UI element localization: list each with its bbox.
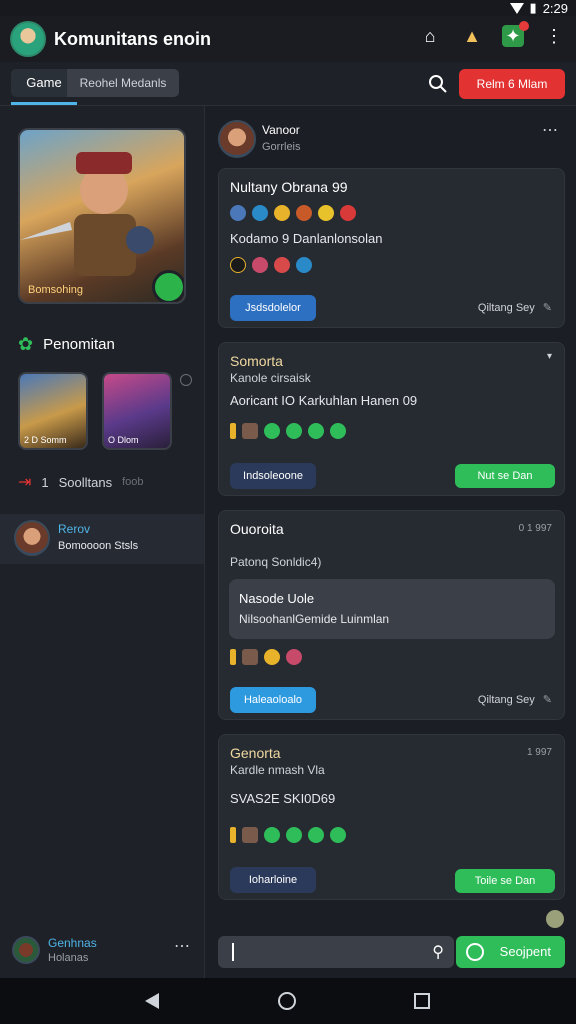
camera-icon[interactable]: ⌂ (418, 24, 442, 48)
card-title: Ouoroita (230, 521, 284, 537)
feed-card: Nultany Obrana 99 Kodamo 9 Danlanlonsola… (218, 168, 565, 328)
post-menu-icon[interactable]: ⋯ (542, 120, 558, 140)
mini-card-label: 2 D Somm (24, 435, 67, 445)
quote-title: Nasode Uole (239, 591, 315, 606)
hero-badge-icon[interactable] (152, 270, 184, 302)
system-nav-bar (0, 978, 576, 1024)
sidebar-item-label: Soolltans (58, 474, 113, 490)
card-line: Aoricant IO Karkuhlan Hanen 09 (230, 393, 418, 408)
send-label: Seojpent (499, 944, 551, 959)
selected-sub: Bomoooon Stsls (58, 540, 139, 552)
battery-icon: ▮ (529, 0, 537, 15)
card-subtitle: Kanole cirsaisk (230, 371, 311, 385)
reaction-row (230, 205, 356, 221)
user-avatar (12, 936, 40, 964)
carousel-dot[interactable] (180, 374, 192, 386)
card-subtitle: Patonq Sonldic4) (230, 555, 322, 569)
reaction-row (230, 423, 346, 439)
wifi-icon (509, 2, 524, 14)
edit-icon[interactable]: ✎ (543, 693, 552, 706)
feed-card: Ouoroita 0 1 997 Patonq Sonldic4) Nasode… (218, 510, 565, 720)
featured-hero-card[interactable]: Bomsohing (18, 128, 186, 304)
avatar (14, 520, 50, 556)
author-name: Vanoor (262, 123, 300, 137)
message-input[interactable]: ⚲ (218, 936, 454, 968)
community-icon: ✿ (18, 334, 34, 354)
app-title: Komunitans enoin (54, 28, 211, 49)
unread-badge (519, 21, 529, 31)
app-logo (10, 21, 46, 57)
card-meta-text: Qiltang Sey (477, 693, 535, 706)
top-app-bar: Komunitans enoin ⌂ ▲ ✦ ⋮ (0, 16, 576, 62)
hero-label: Bomsohing (28, 284, 84, 296)
card-meta: Qiltang Sey ✎ (477, 301, 552, 315)
section-title: Penomitan (43, 336, 115, 353)
card-green-button[interactable]: Nut se Dan (455, 464, 555, 488)
card-line: SVAS2E SKI0D69 (230, 791, 336, 806)
emoji-picker-icon[interactable] (546, 910, 564, 928)
user-sub: Holanas (48, 952, 89, 964)
reaction-row (230, 827, 346, 843)
clock-time: 2:29 (542, 0, 568, 16)
card-meta-text: Qiltang Sey (477, 301, 535, 314)
sidebar-item-solutions[interactable]: ⇥ 1 Soolltans foob (18, 472, 144, 492)
more-vertical-icon[interactable]: ⋮ (542, 24, 566, 48)
selected-name: Rerov (58, 522, 91, 536)
card-line: Kodamo 9 Danlanlonsolan (230, 231, 383, 246)
card-title: Genorta (230, 745, 281, 761)
sidebar: Bomsohing ✿ Penomitan 2 D Somm O Dlom ⇥ … (0, 106, 205, 978)
current-user[interactable]: Genhnas Holanas ⋯ (12, 934, 202, 974)
mini-card-2[interactable]: O Dlom (102, 372, 172, 450)
card-title: Somorta (230, 353, 283, 369)
card-action-button[interactable]: Jsdsdolelor (230, 295, 316, 321)
recent-apps-icon[interactable] (414, 993, 430, 1009)
sidebar-item-count: 1 (41, 474, 49, 490)
expand-icon[interactable]: ▾ (547, 351, 552, 362)
reaction-row (230, 649, 302, 665)
send-icon (466, 943, 484, 961)
user-menu-icon[interactable]: ⋯ (174, 936, 190, 956)
feed-card: Somorta ▾ Kanole cirsaisk Aoricant IO Ka… (218, 342, 565, 496)
message-composer: ⚲ Seojpent (218, 936, 565, 970)
card-action-button[interactable]: Haleaoloalo (230, 687, 316, 713)
back-icon[interactable] (145, 993, 159, 1009)
main-feed: Vanoor Gorrleis ⋯ Nultany Obrana 99 Koda… (206, 106, 576, 978)
text-caret (232, 943, 234, 961)
reaction-row (230, 257, 312, 273)
card-time: 1 997 (526, 747, 552, 758)
section-heading: ✿ Penomitan (18, 334, 115, 355)
send-button[interactable]: Seojpent (456, 936, 565, 968)
exit-icon: ⇥ (18, 474, 32, 491)
home-icon[interactable] (278, 992, 296, 1010)
author-avatar (218, 120, 256, 158)
games-icon[interactable]: ✦ (502, 21, 529, 47)
card-subtitle: Kardle nmash Vla (230, 763, 325, 777)
card-meta: Qiltang Sey ✎ (477, 693, 552, 707)
edit-icon[interactable]: ✎ (543, 301, 552, 314)
quoted-message[interactable]: Nasode Uole NilsoohanlGemide Luinmlan (229, 579, 555, 639)
quote-line: NilsoohanlGemide Luinmlan (239, 612, 390, 626)
primary-red-button[interactable]: Relm 6 Mlam (459, 69, 565, 99)
active-tab-indicator (11, 102, 77, 105)
card-action-button[interactable]: Indsoleoone (230, 463, 316, 489)
attach-icon[interactable]: ⚲ (432, 942, 444, 962)
status-bar: ▮ 2:29 (0, 0, 576, 16)
search-icon[interactable] (428, 74, 448, 94)
feed-card: Genorta 1 997 Kardle nmash Vla SVAS2E SK… (218, 734, 565, 900)
tab-bar: Game Reohel Medanls Relm 6 Mlam (0, 62, 576, 106)
card-green-button[interactable]: Toile se Dan (455, 869, 555, 893)
mini-card-label: O Dlom (108, 435, 139, 445)
author-sub: Gorrleis (262, 141, 301, 153)
tab-other[interactable]: Reohel Medanls (67, 69, 179, 97)
notification-bell-icon[interactable]: ▲ (460, 24, 484, 48)
mini-card-1[interactable]: 2 D Somm (18, 372, 88, 450)
card-title: Nultany Obrana 99 (230, 179, 348, 195)
sidebar-item-sub: foob (122, 476, 144, 488)
sidebar-item-selected[interactable]: Rerov Bomoooon Stsls (0, 514, 204, 564)
user-name: Genhnas (48, 936, 97, 950)
card-action-button[interactable]: Ioharloine (230, 867, 316, 893)
card-time: 0 1 997 (518, 523, 552, 534)
